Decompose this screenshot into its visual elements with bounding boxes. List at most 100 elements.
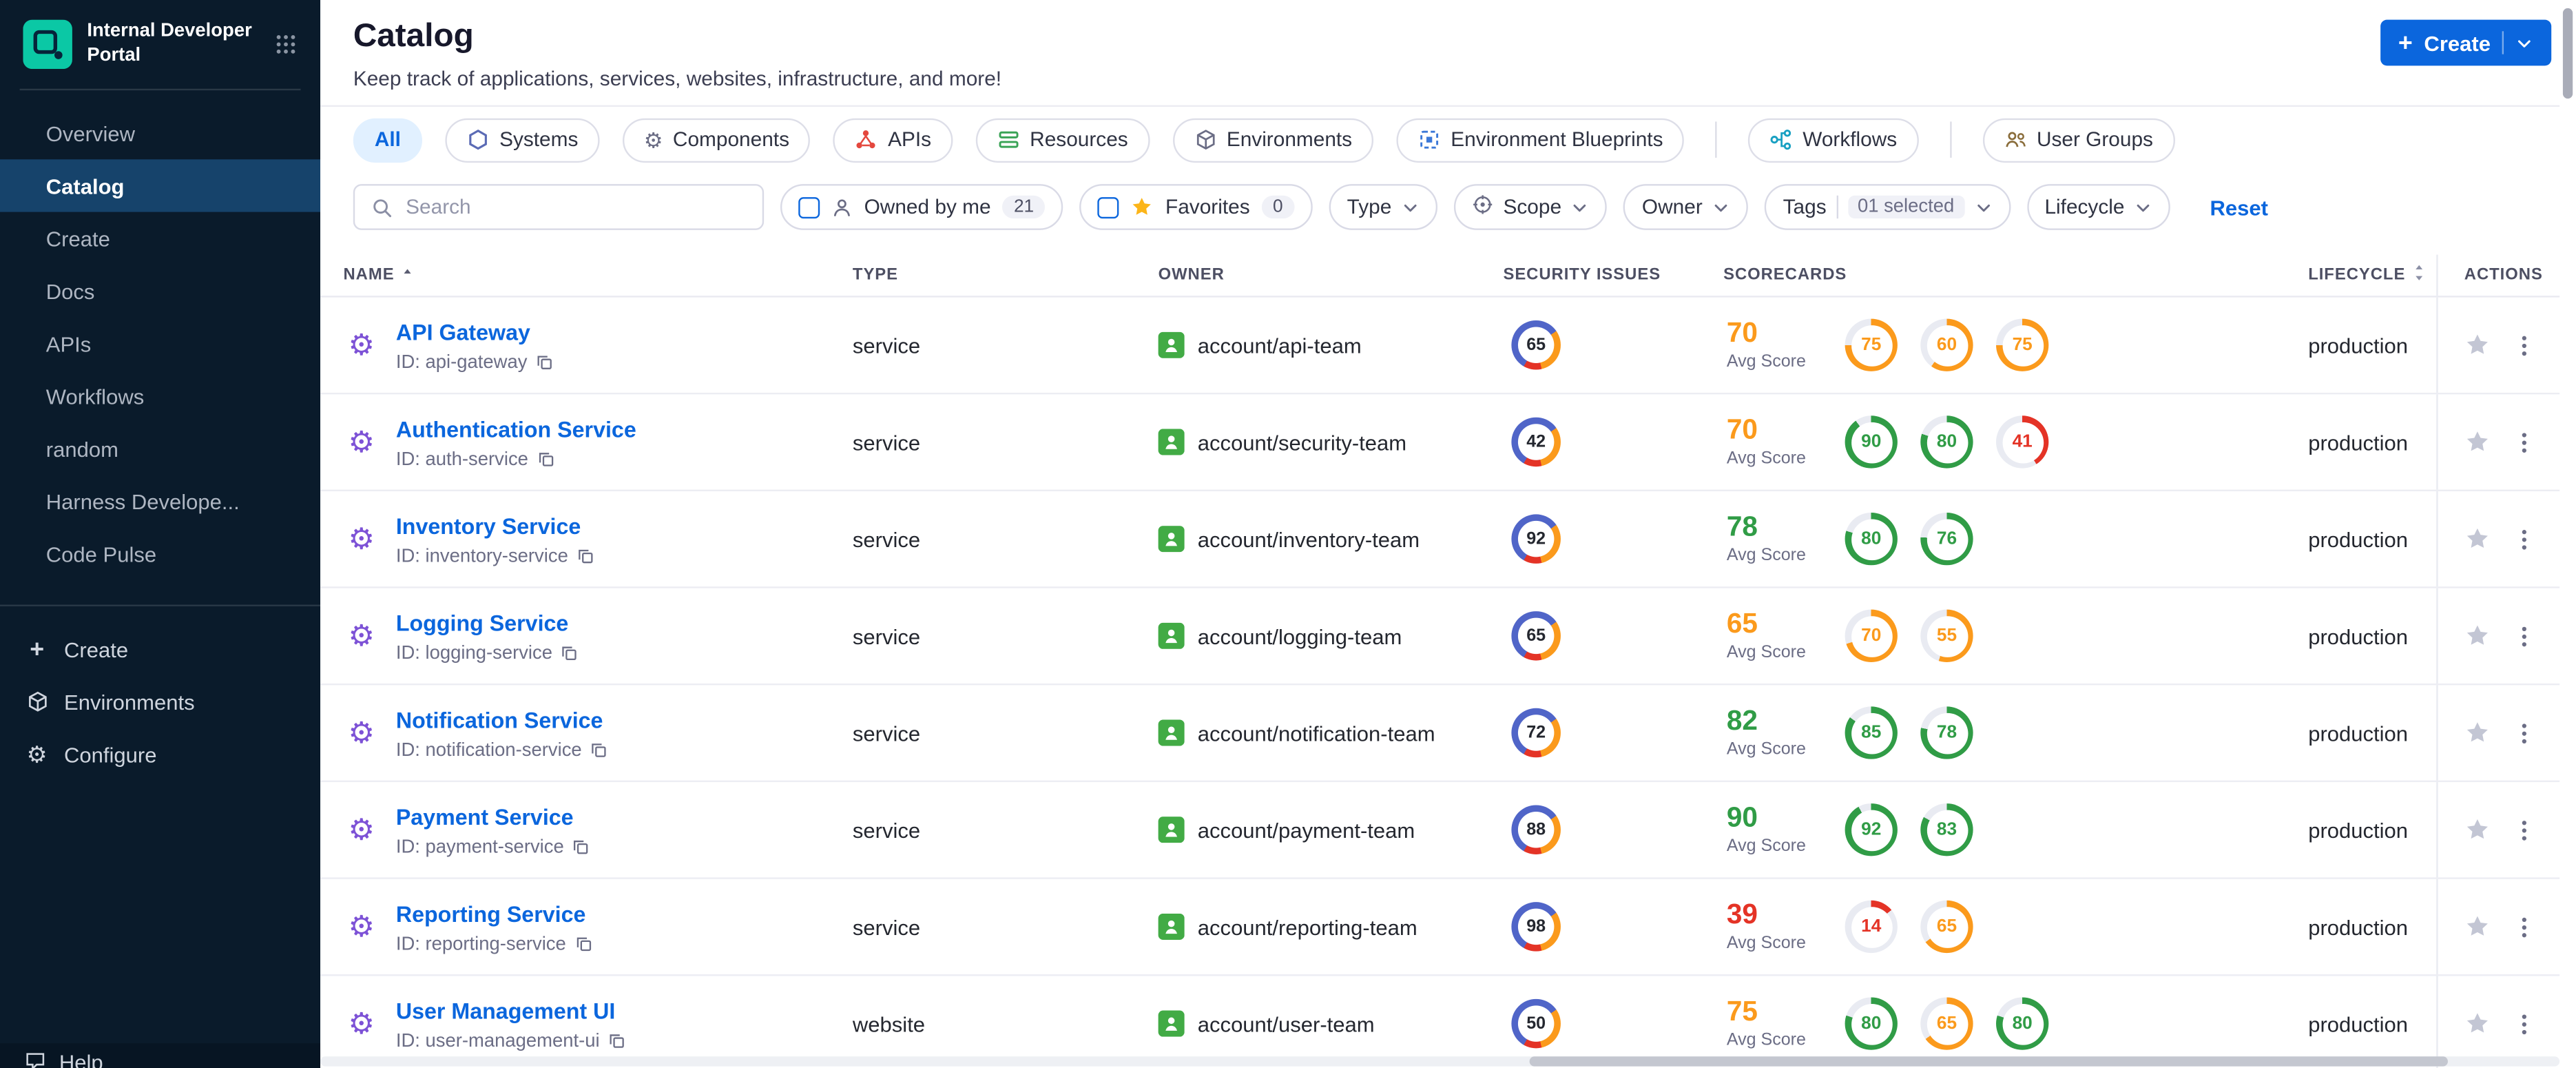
vertical-scrollbar[interactable]: [2559, 0, 2576, 1068]
scorecard-donut[interactable]: 14: [1845, 900, 1898, 954]
entity-name-link[interactable]: API Gateway: [396, 320, 530, 345]
security-issues-donut[interactable]: 98: [1511, 902, 1561, 952]
security-issues-donut[interactable]: 72: [1511, 708, 1561, 758]
sidebar-item-create[interactable]: Create: [0, 212, 320, 265]
tab-environments[interactable]: Environments: [1172, 117, 1374, 162]
security-issues-donut[interactable]: 50: [1511, 998, 1561, 1049]
scorecard-donut[interactable]: 70: [1845, 609, 1898, 662]
table-row[interactable]: ⚙ Reporting Service ID: reporting-service s…: [320, 879, 2576, 976]
security-issues-donut[interactable]: 65: [1511, 611, 1561, 661]
favorites-checkbox[interactable]: [1098, 196, 1120, 218]
row-menu-kebab-icon[interactable]: [2512, 526, 2537, 551]
table-row[interactable]: ⚙ Payment Service ID: payment-service servi…: [320, 782, 2576, 879]
sidebar-item-docs[interactable]: Docs: [0, 265, 320, 317]
tab-environment-blueprints[interactable]: Environment Blueprints: [1396, 117, 1685, 162]
table-row[interactable]: ⚙ Authentication Service ID: auth-service s…: [320, 394, 2576, 491]
scorecard-donut[interactable]: 80: [1845, 512, 1898, 566]
scorecard-donut[interactable]: 92: [1845, 803, 1898, 856]
sidebar-item-apis[interactable]: APIs: [0, 317, 320, 369]
entity-name-link[interactable]: Logging Service: [396, 610, 569, 635]
favorite-star-icon[interactable]: [2464, 526, 2491, 552]
scorecard-donut[interactable]: 55: [1920, 609, 1973, 662]
table-row[interactable]: ⚙ User Management UI ID: user-management-u…: [320, 976, 2576, 1068]
reset-filters-link[interactable]: Reset: [2210, 195, 2268, 220]
favorites-filter[interactable]: Favorites 0: [1079, 184, 1313, 230]
table-row[interactable]: ⚙ API Gateway ID: api-gateway service accoun…: [320, 297, 2576, 395]
row-menu-kebab-icon[interactable]: [2512, 624, 2537, 648]
copy-id-icon[interactable]: [590, 741, 608, 759]
entity-name-link[interactable]: Notification Service: [396, 708, 603, 732]
tab-workflows[interactable]: Workflows: [1748, 117, 1919, 162]
entity-name-link[interactable]: Inventory Service: [396, 513, 581, 538]
entity-name-link[interactable]: Authentication Service: [396, 416, 636, 441]
security-issues-donut[interactable]: 88: [1511, 805, 1561, 854]
table-row[interactable]: ⚙ Notification Service ID: notification-se…: [320, 685, 2576, 783]
favorite-star-icon[interactable]: [2464, 914, 2491, 940]
scorecard-donut[interactable]: 65: [1920, 997, 1973, 1050]
favorite-star-icon[interactable]: [2464, 1011, 2491, 1037]
sidebar-item-create[interactable]: + Create: [0, 623, 320, 675]
row-menu-kebab-icon[interactable]: [2512, 914, 2537, 939]
sidebar-item-catalog[interactable]: Catalog: [0, 159, 321, 212]
copy-id-icon[interactable]: [577, 547, 594, 565]
vertical-scrollbar-thumb[interactable]: [2562, 8, 2573, 99]
scorecard-donut[interactable]: 80: [1920, 415, 1973, 469]
copy-id-icon[interactable]: [561, 644, 579, 662]
scorecard-donut[interactable]: 80: [1845, 997, 1898, 1050]
scorecard-donut[interactable]: 65: [1920, 900, 1973, 954]
tab-user-groups[interactable]: User Groups: [1982, 117, 2174, 162]
copy-id-icon[interactable]: [572, 838, 590, 856]
tab-systems[interactable]: Systems: [445, 117, 600, 162]
favorite-star-icon[interactable]: [2464, 817, 2491, 843]
table-row[interactable]: ⚙ Inventory Service ID: inventory-service s…: [320, 491, 2576, 588]
entity-name-link[interactable]: User Management UI: [396, 998, 616, 1023]
table-row[interactable]: ⚙ Logging Service ID: logging-service servi…: [320, 588, 2576, 686]
security-issues-donut[interactable]: 42: [1511, 417, 1561, 467]
type-filter[interactable]: Type: [1329, 184, 1438, 230]
copy-id-icon[interactable]: [608, 1032, 626, 1050]
entity-name-link[interactable]: Payment Service: [396, 804, 574, 829]
copy-id-icon[interactable]: [574, 935, 592, 953]
owned-by-me-filter[interactable]: Owned by me 21: [780, 184, 1064, 230]
security-issues-donut[interactable]: 65: [1511, 320, 1561, 370]
scorecard-donut[interactable]: 60: [1920, 318, 1973, 371]
row-menu-kebab-icon[interactable]: [2512, 333, 2537, 358]
tab-all[interactable]: All: [353, 117, 422, 162]
tab-resources[interactable]: Resources: [975, 117, 1150, 162]
search-input[interactable]: [406, 195, 746, 219]
tab-apis[interactable]: APIs: [833, 117, 953, 162]
scorecard-donut[interactable]: 78: [1920, 706, 1973, 759]
sidebar-item-configure[interactable]: ⚙ Configure: [0, 728, 320, 780]
scorecard-donut[interactable]: 80: [1996, 997, 2049, 1050]
horizontal-scrollbar[interactable]: [320, 1056, 2560, 1067]
security-issues-donut[interactable]: 92: [1511, 514, 1561, 564]
tab-components[interactable]: ⚙ Components: [622, 117, 811, 162]
horizontal-scrollbar-thumb[interactable]: [1529, 1056, 2448, 1067]
create-button[interactable]: + Create: [2380, 19, 2552, 66]
scorecard-donut[interactable]: 41: [1996, 415, 2049, 469]
search-box[interactable]: [353, 184, 765, 230]
scorecard-donut[interactable]: 85: [1845, 706, 1898, 759]
column-header-lifecycle[interactable]: LIFECYCLE: [2308, 263, 2436, 288]
scorecard-donut[interactable]: 90: [1845, 415, 1898, 469]
entity-name-link[interactable]: Reporting Service: [396, 901, 586, 926]
copy-id-icon[interactable]: [535, 353, 553, 371]
column-header-name[interactable]: NAME: [320, 266, 853, 285]
row-menu-kebab-icon[interactable]: [2512, 721, 2537, 746]
chevron-down-icon[interactable]: [2515, 34, 2533, 52]
scorecard-donut[interactable]: 75: [1845, 318, 1898, 371]
sidebar-item-code-pulse[interactable]: Code Pulse: [0, 527, 320, 579]
favorite-star-icon[interactable]: [2464, 623, 2491, 649]
favorite-star-icon[interactable]: [2464, 719, 2491, 746]
scope-filter[interactable]: Scope: [1453, 184, 1608, 230]
sidebar-item-random[interactable]: random: [0, 422, 320, 475]
sidebar-item-help[interactable]: Help: [0, 1043, 321, 1068]
scorecard-donut[interactable]: 76: [1920, 512, 1973, 566]
favorite-star-icon[interactable]: [2464, 332, 2491, 358]
sidebar-item-environments[interactable]: Environments: [0, 675, 320, 728]
tags-filter[interactable]: Tags 01 selected: [1765, 184, 2011, 230]
sidebar-item-workflows[interactable]: Workflows: [0, 370, 320, 422]
scorecard-donut[interactable]: 75: [1996, 318, 2049, 371]
row-menu-kebab-icon[interactable]: [2512, 430, 2537, 455]
owner-filter[interactable]: Owner: [1623, 184, 1749, 230]
